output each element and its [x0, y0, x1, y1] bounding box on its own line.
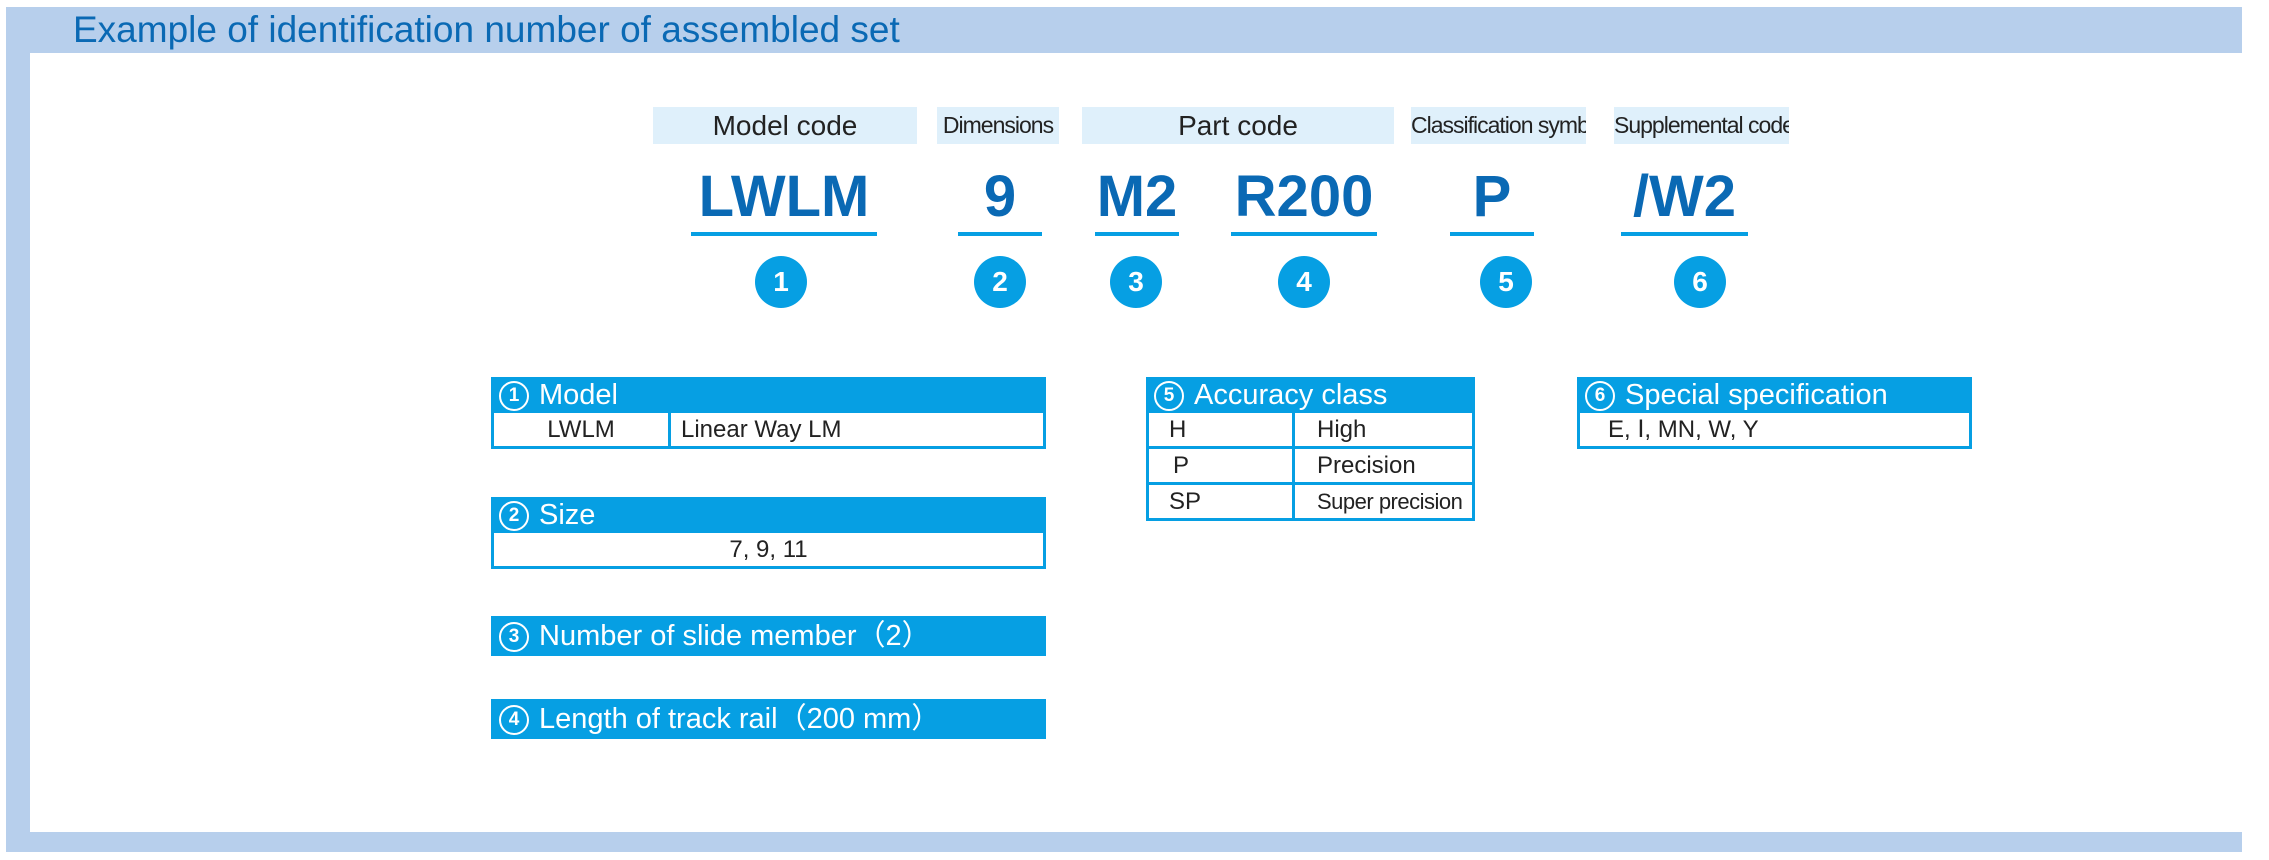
circled-number-icon: 4 — [499, 705, 529, 735]
frame-left-bar — [6, 7, 30, 852]
accuracy-name-cell: Super precision — [1295, 485, 1472, 518]
code-part-slide-member: M2 — [1095, 164, 1179, 236]
accuracy-table: 5 Accuracy class H High P Precision SP Su… — [1146, 377, 1475, 521]
size-table-header: 2 Size — [491, 497, 1046, 533]
table-row: SP Super precision — [1149, 485, 1472, 518]
code-part-rail-length: R200 — [1231, 164, 1377, 236]
special-spec-values-cell: E, Ⅰ, MN, W, Y — [1580, 413, 1969, 446]
table-row: 7, 9, 11 — [494, 533, 1043, 566]
model-code-cell: LWLM — [494, 413, 668, 446]
frame-bottom-band — [6, 832, 2242, 852]
number-badge-4: 4 — [1278, 256, 1330, 308]
number-badge-3: 3 — [1110, 256, 1162, 308]
label-part-code: Part code — [1082, 107, 1394, 144]
table-row: LWLM Linear Way LM — [494, 413, 1043, 446]
code-underline — [1621, 232, 1748, 236]
code-underline — [958, 232, 1042, 236]
number-badge-6: 6 — [1674, 256, 1726, 308]
accuracy-code-cell: P — [1149, 449, 1292, 482]
number-badge-5: 5 — [1480, 256, 1532, 308]
table-row: H High — [1149, 413, 1472, 446]
size-values-cell: 7, 9, 11 — [494, 533, 1043, 566]
code-part-dimensions: 9 — [958, 164, 1042, 236]
number-badge-2: 2 — [974, 256, 1026, 308]
code-value: P — [1472, 164, 1512, 229]
circled-number-icon: 6 — [1585, 381, 1615, 411]
model-table-title: Model — [539, 379, 618, 411]
page-title: Example of identification number of asse… — [73, 9, 900, 50]
accuracy-table-title: Accuracy class — [1194, 379, 1388, 411]
accuracy-code-cell: H — [1149, 413, 1292, 446]
code-value: 9 — [983, 164, 1017, 229]
table-row: E, Ⅰ, MN, W, Y — [1580, 413, 1969, 446]
slide-member-title: Number of slide member（2） — [539, 620, 931, 652]
circled-number-icon: 1 — [499, 381, 529, 411]
model-table: 1 Model LWLM Linear Way LM — [491, 377, 1046, 449]
label-supplemental-code: Supplemental code — [1614, 107, 1789, 144]
code-value: LWLM — [698, 164, 870, 229]
code-underline — [1095, 232, 1179, 236]
code-underline — [691, 232, 877, 236]
code-part-classification: P — [1450, 164, 1534, 236]
track-rail-bar: 4 Length of track rail（200 mm） — [491, 699, 1046, 739]
number-badge-1: 1 — [755, 256, 807, 308]
accuracy-name-cell: Precision — [1295, 449, 1472, 482]
slide-member-bar: 3 Number of slide member（2） — [491, 616, 1046, 656]
accuracy-table-header: 5 Accuracy class — [1146, 377, 1475, 413]
model-table-header: 1 Model — [491, 377, 1046, 413]
special-spec-table-header: 6 Special specification — [1577, 377, 1972, 413]
accuracy-code-cell: SP — [1149, 485, 1292, 518]
code-value: R200 — [1234, 164, 1374, 229]
code-part-model: LWLM — [691, 164, 877, 236]
model-name-cell: Linear Way LM — [671, 413, 1043, 446]
size-table-title: Size — [539, 499, 596, 531]
special-spec-table: 6 Special specification E, Ⅰ, MN, W, Y — [1577, 377, 1972, 449]
special-spec-table-title: Special specification — [1625, 379, 1888, 411]
accuracy-name-cell: High — [1295, 413, 1472, 446]
track-rail-title: Length of track rail（200 mm） — [539, 703, 941, 735]
table-row: P Precision — [1149, 449, 1472, 482]
label-dimensions: Dimensions — [937, 107, 1059, 144]
size-table: 2 Size 7, 9, 11 — [491, 497, 1046, 569]
code-value: /W2 — [1632, 164, 1737, 229]
code-value: M2 — [1096, 164, 1178, 229]
code-underline — [1231, 232, 1377, 236]
label-classification-symbol: Classification symbol — [1411, 107, 1586, 144]
circled-number-icon: 5 — [1154, 381, 1184, 411]
label-model-code: Model code — [653, 107, 917, 144]
code-part-supplemental: /W2 — [1621, 164, 1748, 236]
track-rail-header: 4 Length of track rail（200 mm） — [491, 699, 1046, 739]
circled-number-icon: 2 — [499, 501, 529, 531]
circled-number-icon: 3 — [499, 622, 529, 652]
code-underline — [1450, 232, 1534, 236]
slide-member-header: 3 Number of slide member（2） — [491, 616, 1046, 656]
